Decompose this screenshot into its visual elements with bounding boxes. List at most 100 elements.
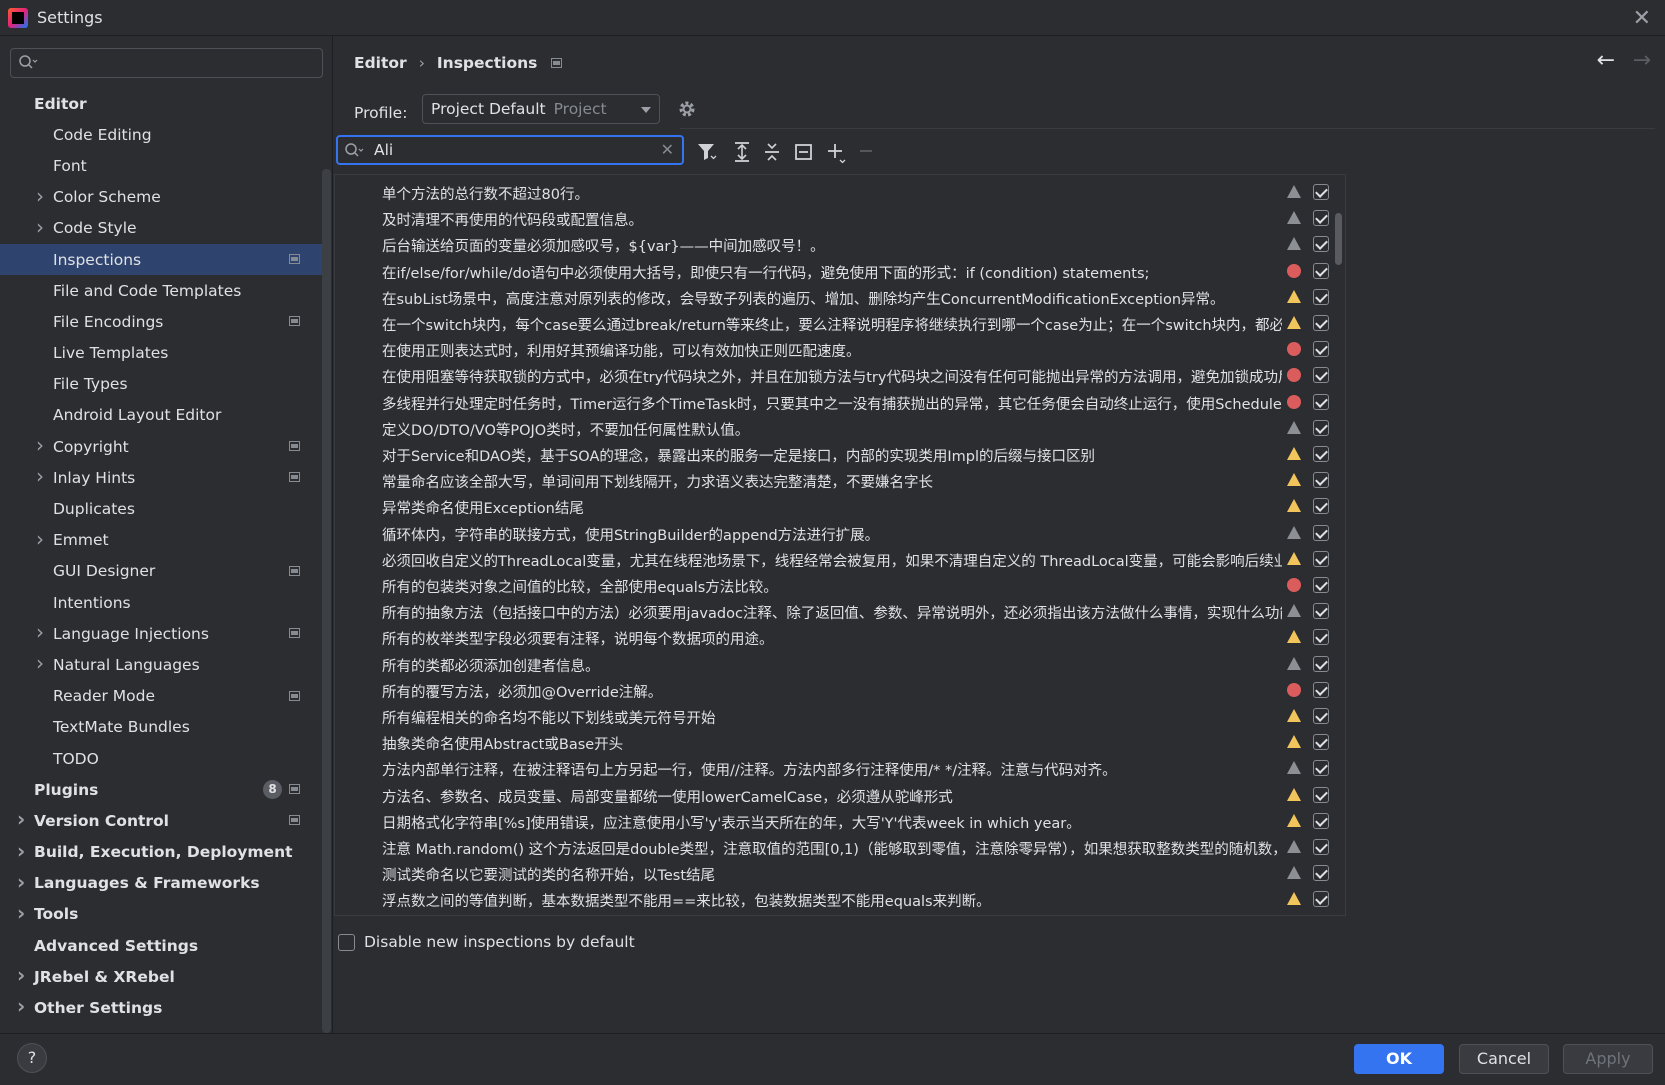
sidebar-item-textmate-bundles[interactable]: TextMate Bundles bbox=[0, 712, 322, 743]
inspection-row[interactable]: 所有的包装类对象之间值的比较，全部使用equals方法比较。 bbox=[335, 572, 1335, 598]
inspection-enabled-checkbox[interactable] bbox=[1313, 577, 1329, 593]
sidebar-search-input[interactable] bbox=[10, 48, 323, 78]
cancel-button[interactable]: Cancel bbox=[1459, 1044, 1549, 1074]
expand-all-icon[interactable] bbox=[732, 141, 752, 163]
sidebar-scrollbar[interactable] bbox=[322, 169, 331, 1033]
chevron-right-icon[interactable]: › bbox=[36, 464, 44, 488]
inspection-enabled-checkbox[interactable] bbox=[1313, 839, 1329, 855]
sidebar-item-color-scheme[interactable]: › Color Scheme bbox=[0, 182, 322, 213]
close-icon[interactable]: ✕ bbox=[1633, 6, 1651, 31]
inspection-enabled-checkbox[interactable] bbox=[1313, 419, 1329, 436]
chevron-right-icon[interactable]: › bbox=[36, 651, 44, 675]
breadcrumb-editor[interactable]: Editor bbox=[354, 54, 407, 72]
sidebar-item-copyright[interactable]: › Copyright bbox=[0, 431, 322, 462]
inspection-enabled-checkbox[interactable] bbox=[1313, 341, 1329, 358]
sidebar-item-file-encodings[interactable]: File Encodings bbox=[0, 306, 322, 337]
inspection-row[interactable]: 测试类命名以它要测试的类的名称开始，以Test结尾 bbox=[335, 860, 1335, 886]
inspection-row[interactable]: 必须回收自定义的ThreadLocal变量，尤其在线程池场景下，线程经常会被复用… bbox=[335, 546, 1335, 572]
sidebar-item-jrebel-xrebel[interactable]: › JRebel & XRebel bbox=[0, 961, 322, 992]
inspection-row[interactable]: 所有的枚举类型字段必须要有注释，说明每个数据项的用途。 bbox=[335, 624, 1335, 650]
inspection-row[interactable]: 所有的覆写方法，必须加@Override注解。 bbox=[335, 677, 1335, 703]
inspection-row[interactable]: 异常类命名使用Exception结尾 bbox=[335, 493, 1335, 519]
add-icon[interactable] bbox=[826, 141, 848, 165]
inspection-filter-input[interactable]: Ali ✕ bbox=[336, 135, 684, 165]
inspection-row[interactable]: 禁止使用构造方法BigDecimal(double)的方式把double值转化为… bbox=[335, 913, 1335, 915]
inspection-row[interactable]: 在使用阻塞等待获取锁的方式中，必须在try代码块之外，并且在加锁方法与try代码… bbox=[335, 362, 1335, 388]
sidebar-item-other-settings[interactable]: › Other Settings bbox=[0, 992, 322, 1023]
sidebar-item-font[interactable]: Font bbox=[0, 150, 322, 181]
sidebar-item-file-types[interactable]: File Types bbox=[0, 369, 322, 400]
sidebar-item-duplicates[interactable]: Duplicates bbox=[0, 493, 322, 524]
sidebar-item-language-injections[interactable]: › Language Injections bbox=[0, 618, 322, 649]
chevron-right-icon[interactable]: › bbox=[17, 839, 25, 863]
filter-icon[interactable] bbox=[696, 141, 718, 163]
inspection-row[interactable]: 后台输送给页面的变量必须加感叹号，${var}——中间加感叹号！。 bbox=[335, 231, 1335, 257]
inspection-enabled-checkbox[interactable] bbox=[1313, 524, 1329, 541]
sidebar-item-tools[interactable]: › Tools bbox=[0, 899, 322, 930]
sidebar-item-emmet[interactable]: › Emmet bbox=[0, 525, 322, 556]
forward-arrow-icon[interactable]: → bbox=[1633, 48, 1651, 73]
collapse-all-icon[interactable] bbox=[762, 141, 782, 163]
inspection-row[interactable]: 循环体内，字符串的联接方式，使用StringBuilder的append方法进行… bbox=[335, 520, 1335, 546]
clear-icon[interactable]: ✕ bbox=[661, 140, 674, 159]
sidebar-item-plugins[interactable]: Plugins 8 bbox=[0, 774, 322, 805]
apply-button[interactable]: Apply bbox=[1563, 1044, 1653, 1074]
inspection-row[interactable]: 日期格式化字符串[%s]使用错误，应注意使用小写'y'表示当天所在的年，大写'Y… bbox=[335, 808, 1335, 834]
list-scrollbar[interactable] bbox=[1335, 213, 1342, 265]
inspection-enabled-checkbox[interactable] bbox=[1313, 550, 1329, 567]
inspection-enabled-checkbox[interactable] bbox=[1313, 393, 1329, 410]
inspection-enabled-checkbox[interactable] bbox=[1313, 498, 1329, 515]
inspection-row[interactable]: 方法内部单行注释，在被注释语句上方另起一行，使用//注释。方法内部多行注释使用/… bbox=[335, 755, 1335, 781]
gear-icon[interactable] bbox=[676, 98, 698, 120]
chevron-right-icon[interactable]: › bbox=[17, 870, 25, 894]
sidebar-item-build-execution-deployment[interactable]: › Build, Execution, Deployment bbox=[0, 837, 322, 868]
inspection-enabled-checkbox[interactable] bbox=[1313, 236, 1329, 253]
inspection-enabled-checkbox[interactable] bbox=[1313, 288, 1329, 305]
inspection-enabled-checkbox[interactable] bbox=[1313, 184, 1329, 200]
inspection-row[interactable]: 注意 Math.random() 这个方法返回是double类型，注意取值的范围… bbox=[335, 834, 1335, 860]
inspection-row[interactable]: 及时清理不再使用的代码段或配置信息。 bbox=[335, 205, 1335, 231]
help-button[interactable]: ? bbox=[17, 1043, 47, 1073]
chevron-right-icon[interactable]: › bbox=[17, 963, 25, 987]
sidebar-item-todo[interactable]: TODO bbox=[0, 743, 322, 774]
inspection-row[interactable]: 所有编程相关的命名均不能以下划线或美元符号开始 bbox=[335, 703, 1335, 729]
inspection-enabled-checkbox[interactable] bbox=[1313, 655, 1329, 672]
chevron-right-icon[interactable]: › bbox=[17, 901, 25, 925]
sidebar-item-inspections[interactable]: Inspections bbox=[0, 243, 322, 276]
inspection-enabled-checkbox[interactable] bbox=[1313, 708, 1329, 724]
sidebar-item-reader-mode[interactable]: Reader Mode bbox=[0, 681, 322, 712]
chevron-right-icon[interactable]: › bbox=[36, 433, 44, 457]
inspection-row[interactable]: 所有的类都必须添加创建者信息。 bbox=[335, 651, 1335, 677]
inspection-row[interactable]: 在一个switch块内，每个case要么通过break/return等来终止，要… bbox=[335, 310, 1335, 336]
sidebar-item-version-control[interactable]: › Version Control bbox=[0, 805, 322, 836]
sidebar-item-android-layout-editor[interactable]: Android Layout Editor bbox=[0, 400, 322, 431]
ok-button[interactable]: OK bbox=[1354, 1044, 1444, 1074]
inspection-row[interactable]: 方法名、参数名、成员变量、局部变量都统一使用lowerCamelCase，必须遵… bbox=[335, 782, 1335, 808]
inspection-enabled-checkbox[interactable] bbox=[1313, 472, 1329, 489]
disable-new-inspections-checkbox[interactable]: Disable new inspections by default bbox=[338, 933, 635, 951]
inspection-row[interactable]: 常量命名应该全部大写，单词间用下划线隔开，力求语义表达完整清楚，不要嫌名字长 bbox=[335, 467, 1335, 493]
chevron-right-icon[interactable]: › bbox=[36, 527, 44, 551]
sidebar-item-languages-frameworks[interactable]: › Languages & Frameworks bbox=[0, 868, 322, 899]
profile-dropdown[interactable]: Project Default Project bbox=[422, 94, 660, 124]
inspection-row[interactable]: 对于Service和DAO类，基于SOA的理念，暴露出来的服务一定是接口，内部的… bbox=[335, 441, 1335, 467]
checkbox-unchecked[interactable] bbox=[338, 933, 355, 951]
sidebar-item-editor[interactable]: Editor bbox=[0, 88, 322, 119]
inspection-row[interactable]: 单个方法的总行数不超过80行。 bbox=[335, 179, 1335, 205]
inspection-row[interactable]: 抽象类命名使用Abstract或Base开头 bbox=[335, 729, 1335, 755]
chevron-right-icon[interactable]: › bbox=[17, 994, 25, 1018]
inspection-enabled-checkbox[interactable] bbox=[1313, 734, 1329, 751]
inspection-row[interactable]: 定义DO/DTO/VO等POJO类时，不要加任何属性默认值。 bbox=[335, 415, 1335, 441]
inspection-row[interactable]: 所有的抽象方法（包括接口中的方法）必须要用javadoc注释、除了返回值、参数、… bbox=[335, 598, 1335, 624]
sidebar-item-code-editing[interactable]: Code Editing bbox=[0, 119, 322, 150]
inspection-row[interactable]: 在subList场景中，高度注意对原列表的修改，会导致子列表的遍历、增加、删除均… bbox=[335, 284, 1335, 310]
sidebar-item-intentions[interactable]: Intentions bbox=[0, 587, 322, 618]
inspection-enabled-checkbox[interactable] bbox=[1313, 210, 1329, 227]
inspection-row[interactable]: 浮点数之间的等值判断，基本数据类型不能用==来比较，包装数据类型不能用equal… bbox=[335, 886, 1335, 912]
inspection-enabled-checkbox[interactable] bbox=[1313, 367, 1329, 384]
inspection-enabled-checkbox[interactable] bbox=[1313, 865, 1329, 882]
inspection-enabled-checkbox[interactable] bbox=[1313, 891, 1329, 908]
sidebar-item-inlay-hints[interactable]: › Inlay Hints bbox=[0, 462, 322, 493]
inspection-enabled-checkbox[interactable] bbox=[1313, 446, 1329, 462]
inspection-enabled-checkbox[interactable] bbox=[1313, 603, 1329, 620]
